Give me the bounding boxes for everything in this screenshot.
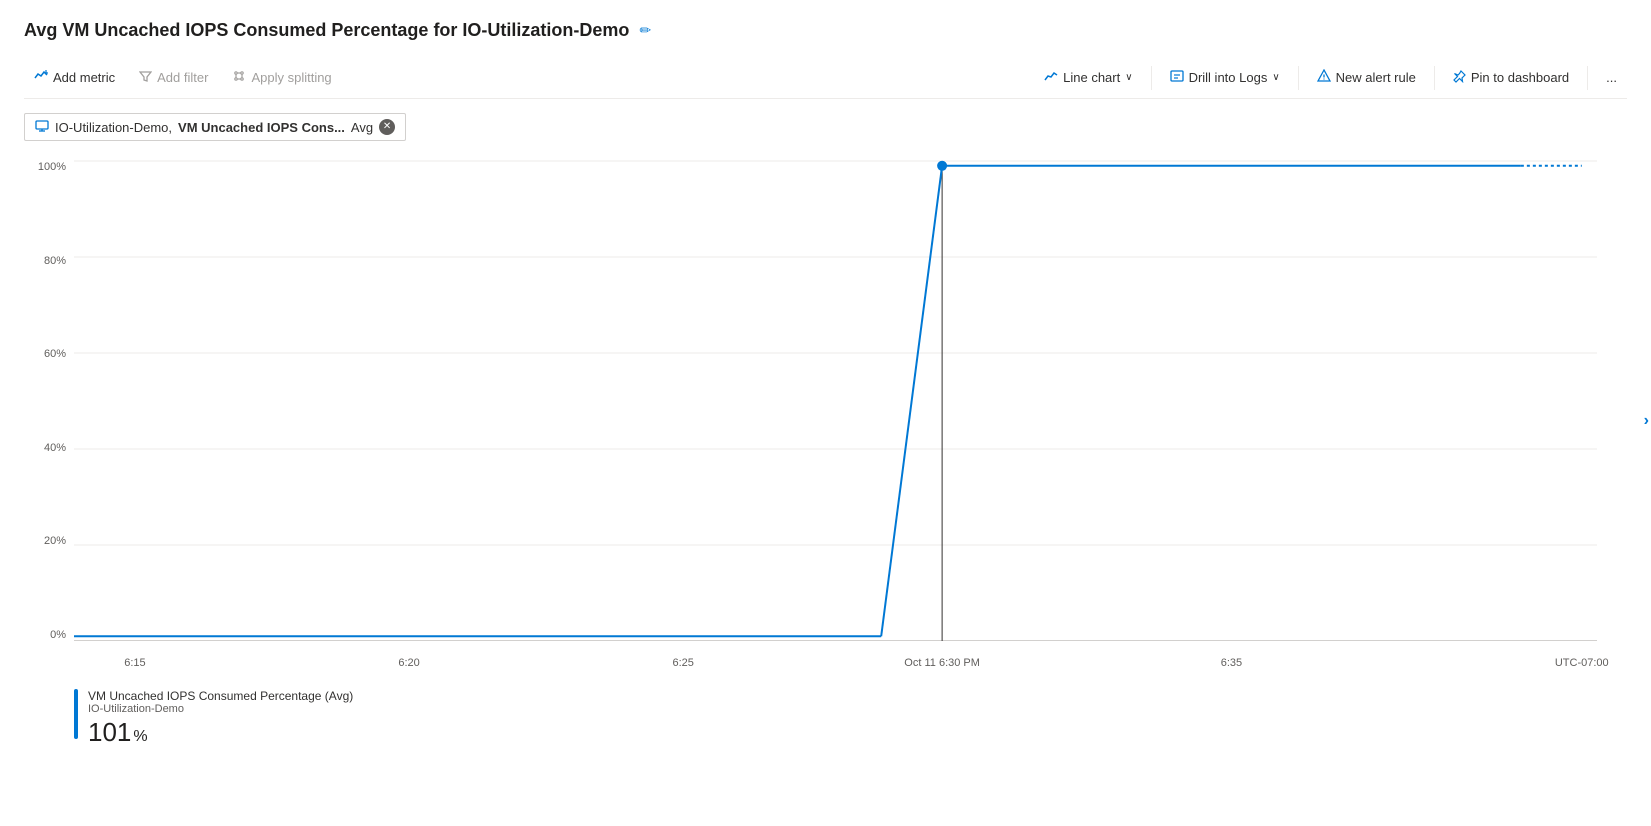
y-label-20: 20% [24,535,74,547]
y-label-40: 40% [24,442,74,454]
x-axis: 6:15 6:20 6:25 Oct 11 6:30 PM 6:35 UTC-0… [74,651,1597,681]
apply-splitting-icon [232,69,246,86]
add-metric-icon [34,69,48,86]
y-label-0: 0% [24,629,74,641]
apply-splitting-label: Apply splitting [251,70,331,85]
apply-splitting-button[interactable]: Apply splitting [222,63,341,92]
expand-chart-icon[interactable]: › [1644,412,1649,430]
legend-number: 101 [88,717,131,748]
pin-to-dashboard-label: Pin to dashboard [1471,70,1569,85]
add-metric-label: Add metric [53,70,115,85]
separator-2 [1298,66,1299,90]
separator-3 [1434,66,1435,90]
new-alert-rule-label: New alert rule [1336,70,1416,85]
chart-area: 0% 20% 40% 60% 80% 100% 6:15 6:20 6:25 O… [24,161,1627,681]
pin-to-dashboard-button[interactable]: Pin to dashboard [1443,64,1579,92]
more-options-label: ... [1606,70,1617,85]
drill-logs-chevron-icon: ∨ [1272,72,1279,83]
x-label-630: Oct 11 6:30 PM [904,657,980,669]
title-row: Avg VM Uncached IOPS Consumed Percentage… [24,20,1627,41]
more-options-button[interactable]: ... [1596,64,1627,91]
line-chart-label: Line chart [1063,70,1120,85]
x-label-635: 6:35 [1221,657,1242,669]
legend-text: VM Uncached IOPS Consumed Percentage (Av… [88,689,353,748]
x-label-utc: UTC-07:00 [1555,657,1609,669]
monitor-icon [35,120,49,135]
legend-title: VM Uncached IOPS Consumed Percentage (Av… [88,689,353,703]
new-alert-rule-button[interactable]: New alert rule [1307,63,1426,92]
toolbar: Add metric Add filter Apply splitting Li… [24,57,1627,99]
x-label-625: 6:25 [672,657,693,669]
y-label-100: 100% [24,161,74,173]
pin-icon [1453,70,1466,86]
chart-body [74,161,1597,641]
drill-into-logs-button[interactable]: Drill into Logs ∨ [1160,63,1290,92]
add-filter-icon [139,70,152,86]
x-label-620: 6:20 [398,657,419,669]
separator-1 [1151,66,1152,90]
metric-resource: IO-Utilization-Demo, [55,120,172,135]
add-filter-button[interactable]: Add filter [129,64,218,92]
separator-4 [1587,66,1588,90]
metric-tag: IO-Utilization-Demo, VM Uncached IOPS Co… [24,113,406,141]
line-chart-button[interactable]: Line chart ∨ [1034,63,1142,92]
y-label-60: 60% [24,348,74,360]
legend: VM Uncached IOPS Consumed Percentage (Av… [24,689,1627,748]
drill-logs-icon [1170,69,1184,86]
add-filter-label: Add filter [157,70,208,85]
metric-aggregation: Avg [351,120,373,135]
metric-tag-close-button[interactable]: ✕ [379,119,395,135]
add-metric-button[interactable]: Add metric [24,63,125,92]
y-axis: 0% 20% 40% 60% 80% 100% [24,161,74,641]
metric-name: VM Uncached IOPS Cons... [178,120,345,135]
legend-color-bar [74,689,78,739]
y-label-80: 80% [24,255,74,267]
edit-title-icon[interactable]: ✏ [639,22,651,39]
line-chart-chevron-icon: ∨ [1125,72,1132,83]
page-title: Avg VM Uncached IOPS Consumed Percentage… [24,20,629,41]
alert-icon [1317,69,1331,86]
drill-into-logs-label: Drill into Logs [1189,70,1268,85]
legend-unit: % [133,728,147,746]
x-label-615: 6:15 [124,657,145,669]
legend-subtitle: IO-Utilization-Demo [88,703,353,715]
line-chart-icon [1044,69,1058,86]
legend-value-display: 101 % [88,717,353,748]
